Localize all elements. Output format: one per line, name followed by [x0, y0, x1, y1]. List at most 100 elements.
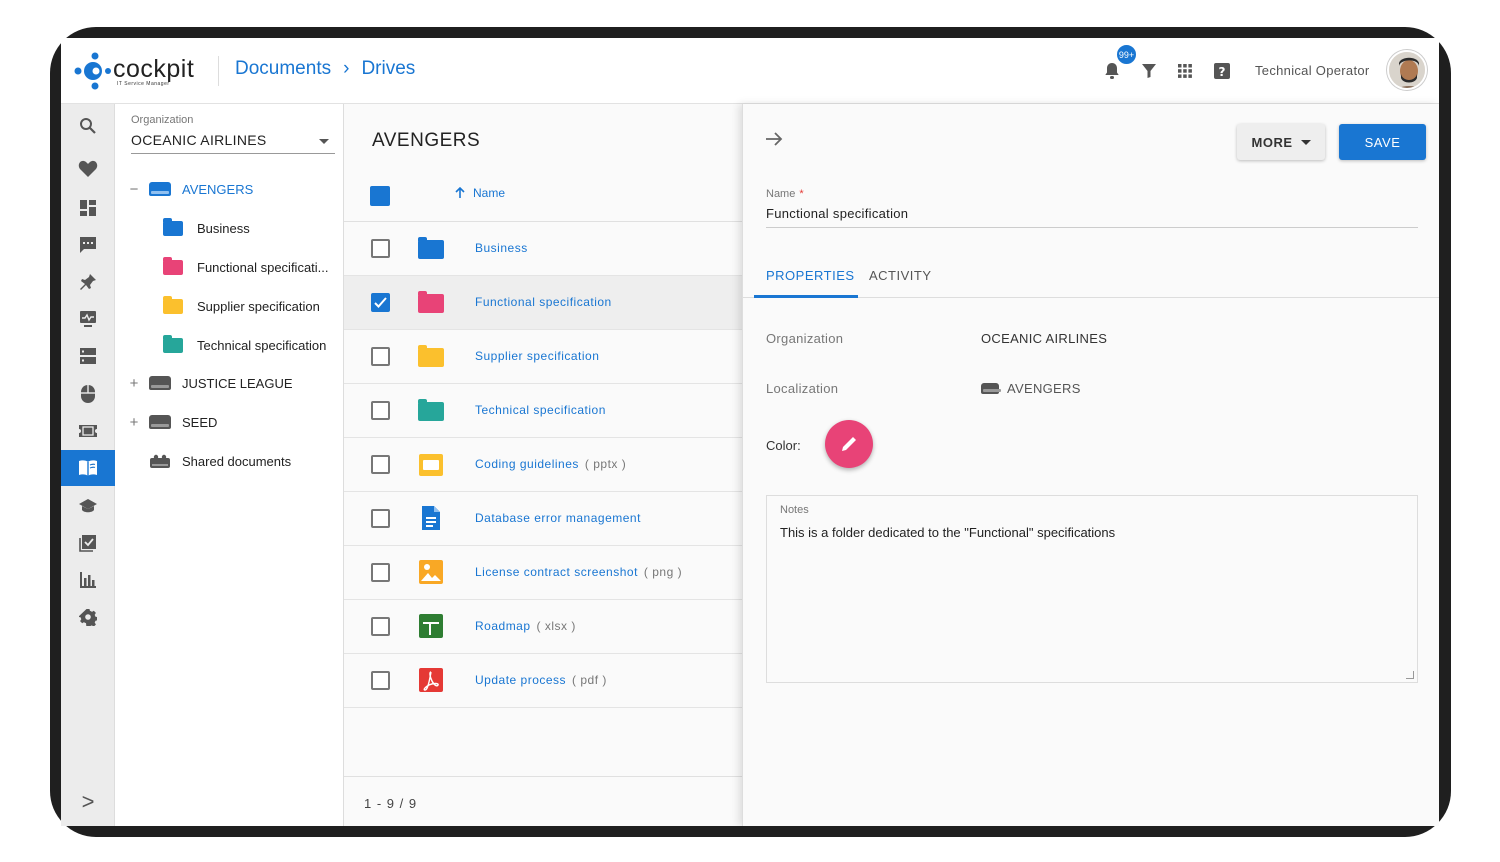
rail-servers[interactable] — [61, 338, 115, 374]
file-name[interactable]: Database error management — [475, 511, 641, 525]
folder-icon — [418, 345, 444, 369]
row-checkbox[interactable] — [371, 455, 390, 474]
tree-item-label: Shared documents — [182, 453, 292, 469]
help-icon[interactable]: ? — [1213, 62, 1231, 80]
rail-pin[interactable] — [61, 264, 115, 300]
rail-reports[interactable] — [61, 562, 115, 598]
rail-devices[interactable] — [61, 376, 115, 412]
list-row[interactable]: Technical specification — [344, 384, 742, 438]
color-picker-button[interactable] — [825, 420, 873, 468]
tab-properties[interactable]: PROPERTIES — [766, 268, 855, 283]
row-checkbox[interactable] — [371, 509, 390, 528]
app-window: cockpit IT Service Manager Documents › D… — [61, 38, 1439, 826]
collapse-toggle[interactable]: − — [127, 181, 141, 198]
mouse-icon — [81, 385, 95, 403]
tree-item-functional-spec[interactable]: Functional specificati... — [163, 254, 329, 280]
rail-search[interactable] — [61, 108, 115, 144]
file-name[interactable]: Coding guidelines( pptx ) — [475, 457, 626, 471]
file-name[interactable]: Roadmap( xlsx ) — [475, 619, 576, 633]
list-row[interactable]: License contract screenshot( png ) — [344, 546, 742, 600]
rail-favorites[interactable] — [61, 151, 115, 187]
organization-select[interactable]: OCEANIC AIRLINES — [131, 132, 335, 154]
row-checkbox[interactable] — [371, 617, 390, 636]
rail-dashboard[interactable] — [61, 190, 115, 226]
rail-monitoring[interactable] — [61, 301, 115, 337]
file-name[interactable]: Business — [475, 241, 528, 255]
task-check-icon — [79, 535, 96, 552]
select-all-checkbox[interactable] — [370, 186, 390, 206]
rail-tickets[interactable] — [61, 413, 115, 449]
notes-textarea[interactable]: Notes This is a folder dedicated to the … — [766, 495, 1418, 683]
rail-tasks[interactable] — [61, 525, 115, 561]
file-name[interactable]: License contract screenshot( png ) — [475, 565, 682, 579]
rail-chat[interactable] — [61, 227, 115, 263]
resize-handle[interactable] — [1406, 671, 1414, 679]
tree-item-business[interactable]: Business — [163, 215, 250, 241]
save-button[interactable]: SAVE — [1339, 124, 1426, 160]
folder-icon — [418, 399, 444, 423]
row-checkbox[interactable] — [371, 293, 390, 312]
name-field-label: Name * — [766, 188, 804, 200]
caret-down-icon — [1300, 139, 1311, 145]
sort-by-name[interactable]: Name — [454, 186, 505, 200]
breadcrumb-drives[interactable]: Drives — [361, 58, 415, 80]
expand-toggle[interactable]: + — [127, 375, 141, 392]
list-row[interactable]: Update process( pdf ) — [344, 654, 742, 708]
user-name[interactable]: Technical Operator — [1255, 63, 1370, 78]
rail-learning[interactable] — [61, 488, 115, 524]
row-checkbox[interactable] — [371, 347, 390, 366]
list-row[interactable]: Business — [344, 222, 742, 276]
list-row[interactable]: Coding guidelines( pptx ) — [344, 438, 742, 492]
rail-settings[interactable] — [61, 599, 115, 635]
drive-tree-panel: Organization OCEANIC AIRLINES − AVENGERS… — [115, 104, 344, 826]
drive-icon — [149, 182, 171, 196]
drive-icon — [149, 376, 171, 390]
tree-item-seed[interactable]: + SEED — [127, 409, 218, 435]
tree-item-technical-spec[interactable]: Technical specification — [163, 332, 326, 358]
list-row[interactable]: Supplier specification — [344, 330, 742, 384]
tree-item-supplier-spec[interactable]: Supplier specification — [163, 293, 320, 319]
tab-activity[interactable]: ACTIVITY — [869, 268, 932, 283]
folder-icon — [163, 295, 183, 314]
notification-badge: 99+ — [1116, 44, 1137, 65]
tab-indicator — [754, 295, 858, 298]
drive-icon — [981, 383, 1001, 394]
tree-item-avengers[interactable]: − AVENGERS — [127, 176, 254, 202]
bell-icon[interactable] — [1104, 62, 1120, 80]
list-row[interactable]: Roadmap( xlsx ) — [344, 600, 742, 654]
detail-panel: MORE SAVE Name * Functional specification… — [742, 104, 1439, 826]
rail-documents[interactable] — [61, 450, 115, 486]
more-button[interactable]: MORE — [1237, 124, 1325, 160]
folder-icon — [163, 334, 183, 353]
file-name[interactable]: Functional specification — [475, 295, 612, 309]
filter-icon[interactable] — [1141, 63, 1157, 79]
list-row[interactable]: Database error management — [344, 492, 742, 546]
file-name[interactable]: Update process( pdf ) — [475, 673, 607, 687]
detail-tabs: PROPERTIES ACTIVITY — [743, 254, 1439, 298]
tree-item-shared-documents[interactable]: Shared documents — [149, 448, 291, 474]
cockpit-logo[interactable]: cockpit IT Service Manager — [73, 52, 194, 90]
organization-value: OCEANIC AIRLINES — [131, 132, 267, 148]
row-checkbox[interactable] — [371, 239, 390, 258]
name-input[interactable]: Functional specification — [766, 206, 1418, 228]
list-row[interactable]: Functional specification — [344, 276, 742, 330]
tree-item-label: AVENGERS — [182, 181, 254, 197]
rail-expand-button[interactable]: > — [61, 784, 115, 820]
row-checkbox[interactable] — [371, 563, 390, 582]
svg-text:?: ? — [1219, 65, 1226, 79]
file-name[interactable]: Technical specification — [475, 403, 606, 417]
file-name[interactable]: Supplier specification — [475, 349, 599, 363]
tree-item-label: Business — [197, 220, 250, 236]
row-checkbox[interactable] — [371, 401, 390, 420]
row-checkbox[interactable] — [371, 671, 390, 690]
tree-item-justice-league[interactable]: + JUSTICE LEAGUE — [127, 370, 293, 396]
nav-rail: > — [61, 104, 115, 826]
user-avatar[interactable] — [1387, 50, 1427, 90]
apps-grid-icon[interactable] — [1177, 63, 1193, 79]
folder-icon — [418, 237, 444, 261]
close-panel-button[interactable] — [765, 130, 783, 153]
breadcrumb-documents[interactable]: Documents — [235, 58, 331, 80]
logo-icon — [74, 52, 111, 90]
expand-toggle[interactable]: + — [127, 414, 141, 431]
chat-icon — [80, 237, 96, 253]
